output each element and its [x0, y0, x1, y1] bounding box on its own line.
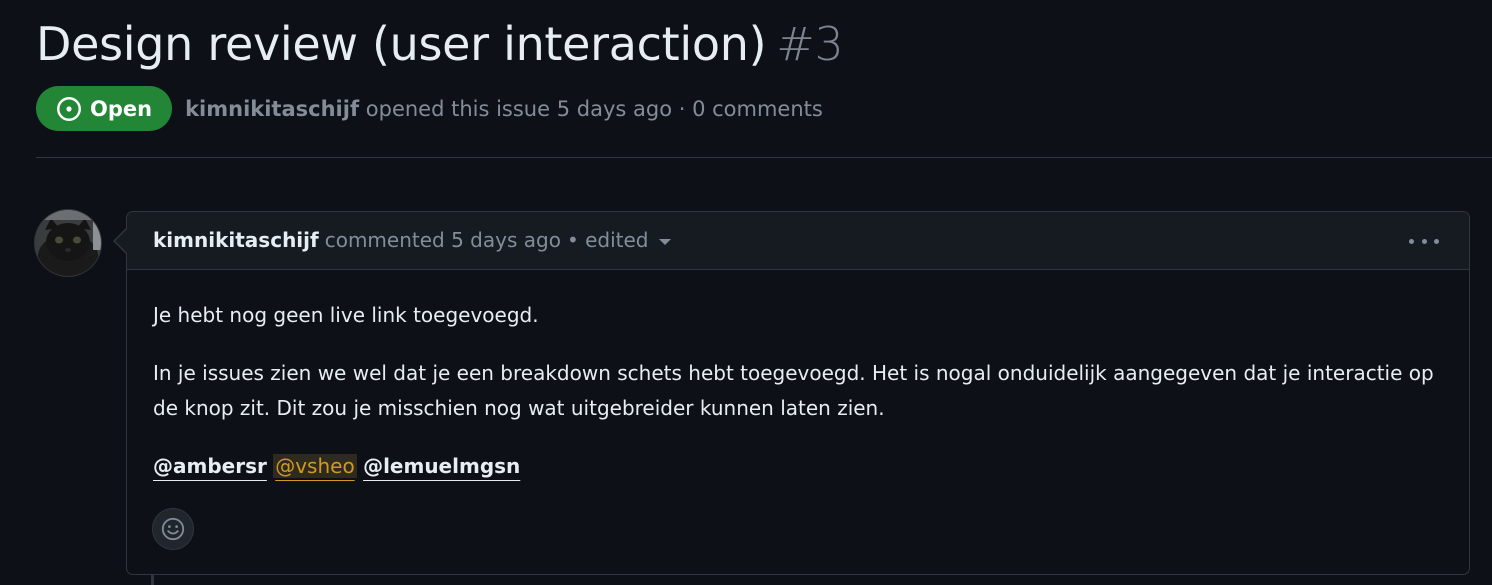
issue-opened-icon: [57, 96, 81, 121]
issue-opened-detail: opened this issue 5 days ago · 0 comment…: [365, 96, 823, 121]
comment-author-link[interactable]: kimnikitaschijf: [153, 228, 319, 252]
comment-options-button[interactable]: [1409, 232, 1439, 250]
mention-lemuelmgsn[interactable]: @lemuelmgsn: [363, 454, 520, 478]
timeline-line: [151, 575, 154, 585]
comment-paragraph: In je issues zien we wel dat je een brea…: [153, 361, 1434, 420]
status-label: Open: [90, 96, 153, 121]
avatar[interactable]: [35, 210, 101, 276]
mentions-line: @ambersr @vsheo @lemuelmgsn: [153, 449, 1443, 484]
issue-opened-text: kimnikitaschijf opened this issue 5 days…: [185, 97, 823, 121]
comment-edited-label[interactable]: • edited: [567, 228, 649, 252]
add-reaction-button[interactable]: [152, 508, 194, 550]
comment-body: Je hebt nog geen live link toegevoegd. I…: [153, 298, 1443, 484]
mention-vsheo[interactable]: @vsheo: [273, 454, 357, 478]
comment-paragraph: Je hebt nog geen live link toegevoegd.: [153, 303, 539, 327]
issue-author-link[interactable]: kimnikitaschijf: [185, 97, 359, 121]
comment-pointer-fill: [115, 229, 127, 253]
header-divider: [36, 157, 1492, 158]
avatar-cat-image: [35, 210, 101, 276]
comment-box: kimnikitaschijf commented 5 days ago • e…: [126, 211, 1470, 575]
issue-page: Design review (user interaction) #3 Open …: [0, 0, 1492, 585]
triangle-down-icon[interactable]: [658, 238, 671, 245]
status-badge: Open: [36, 86, 173, 131]
comment-header-text: kimnikitaschijf commented 5 days ago • e…: [153, 228, 671, 252]
mention-ambersr[interactable]: @ambersr: [153, 454, 267, 478]
issue-title: Design review (user interaction): [36, 17, 767, 71]
comment-header: kimnikitaschijf commented 5 days ago • e…: [127, 212, 1469, 270]
comment-timestamp[interactable]: commented 5 days ago: [325, 228, 561, 252]
issue-meta: Open kimnikitaschijf opened this issue 5…: [36, 86, 823, 131]
issue-title-row: Design review (user interaction) #3: [36, 14, 844, 74]
kebab-horizontal-icon: [1409, 238, 1414, 244]
issue-number: #3: [776, 17, 844, 71]
smiley-icon: [161, 517, 185, 541]
